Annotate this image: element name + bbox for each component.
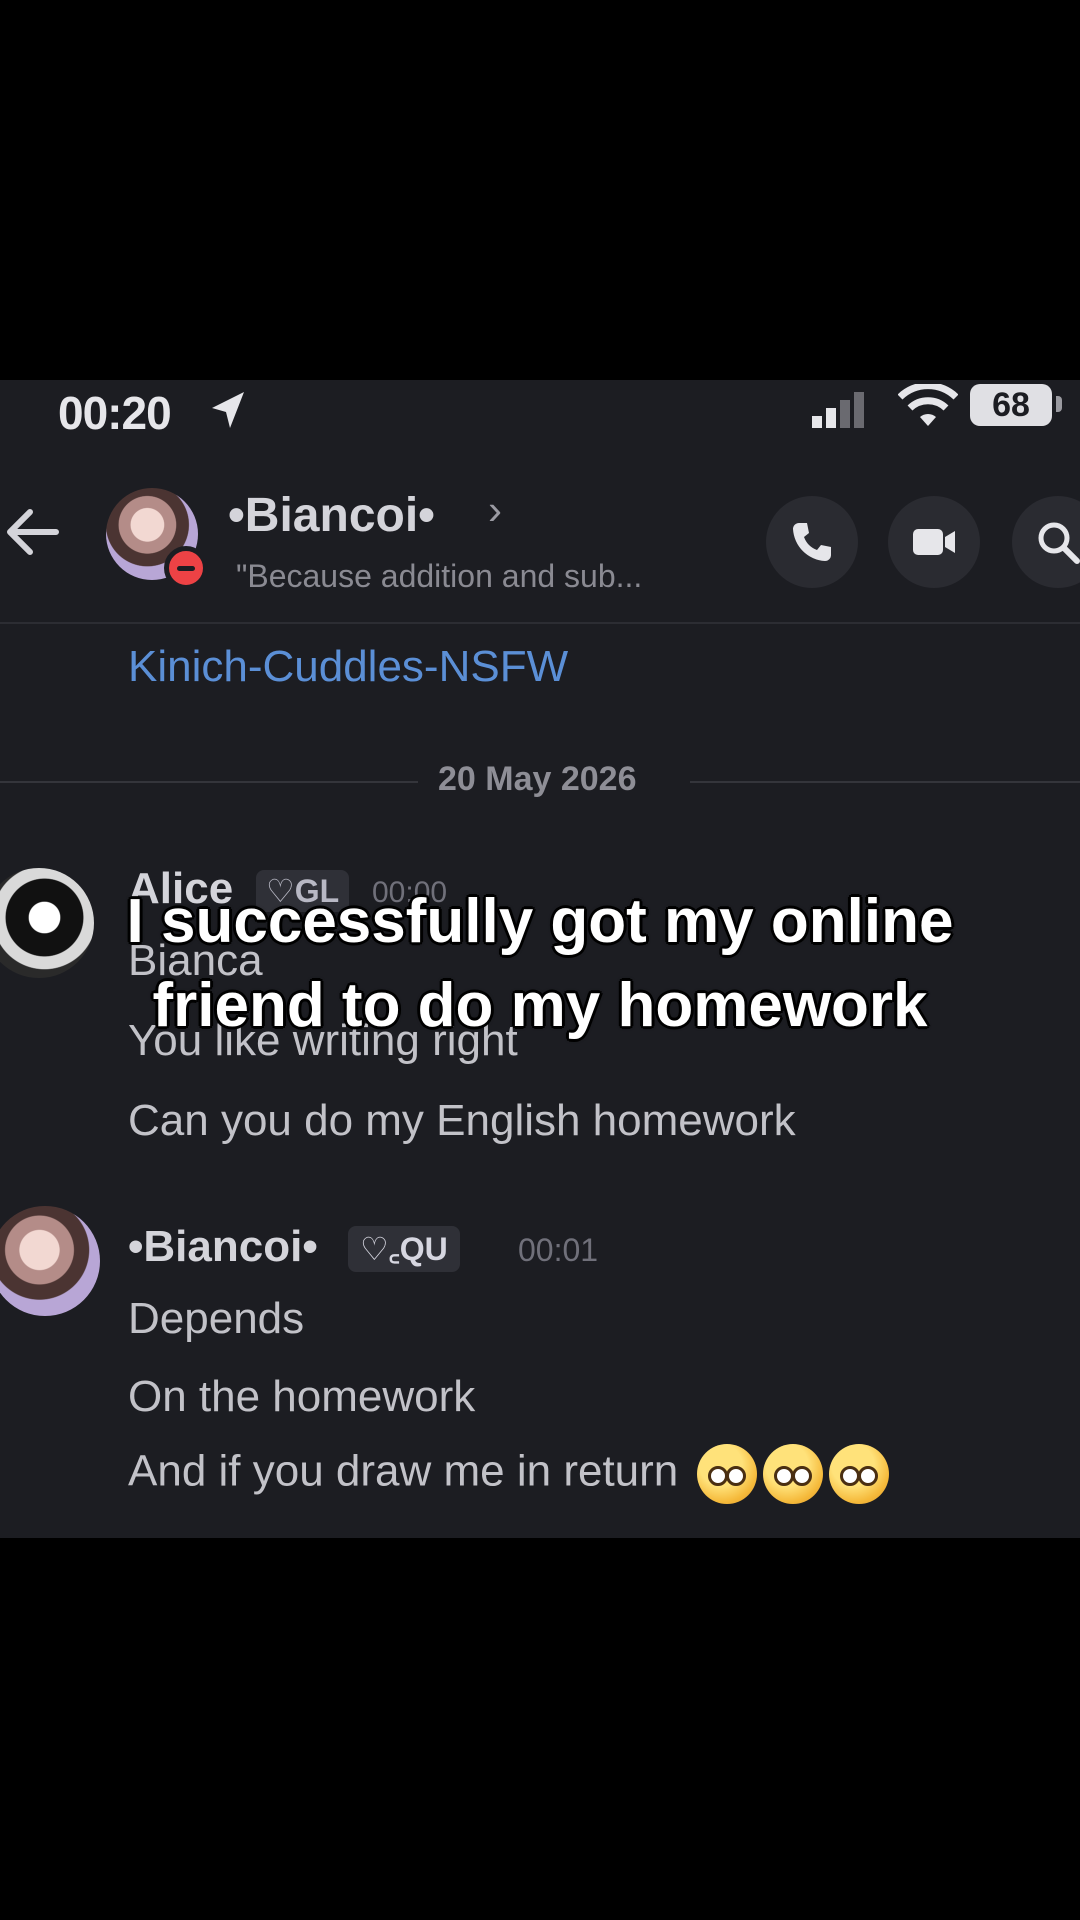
wifi-icon [898, 384, 958, 426]
phone-icon [793, 523, 831, 561]
message-text: On the homework [128, 1372, 476, 1421]
message-text: And if you draw me in return [128, 1446, 679, 1496]
voice-call-button[interactable] [766, 496, 858, 588]
message-text: Depends [128, 1294, 305, 1343]
server-tag[interactable]: ♡꜀QU [348, 1226, 460, 1272]
search-button[interactable] [1012, 496, 1080, 588]
status-bar: 00:20 68 [0, 380, 1080, 440]
video-call-button[interactable] [888, 496, 980, 588]
divider-line [0, 781, 418, 783]
divider-line [690, 781, 1080, 783]
search-icon [1038, 522, 1080, 564]
message-author[interactable]: •Biancoi• [128, 1222, 318, 1272]
back-arrow-icon[interactable] [2, 506, 62, 558]
video-camera-icon [913, 529, 955, 555]
date-divider: 20 May 2026 [0, 760, 1080, 804]
battery-indicator: 68 [970, 384, 1052, 426]
date-label: 20 May 2026 [438, 760, 637, 798]
do-not-disturb-badge [164, 546, 208, 590]
pleading-face-emoji [828, 1444, 889, 1504]
chat-header: •Biancoi• › "Because addition and sub... [0, 480, 1080, 610]
message-timestamp: 00:01 [518, 1232, 599, 1268]
video-caption: I successfully got my online friend to d… [0, 880, 1080, 1048]
location-arrow-icon [212, 392, 244, 428]
contact-name[interactable]: •Biancoi• [228, 488, 435, 543]
header-divider [0, 622, 1080, 624]
signal-icon [812, 392, 864, 428]
status-time: 00:20 [58, 387, 172, 439]
custom-status: "Because addition and sub... [236, 558, 643, 594]
caption-line: I successfully got my online [126, 887, 954, 956]
avatar[interactable] [0, 1206, 100, 1316]
message-text-with-emoji: And if you draw me in return [128, 1444, 889, 1504]
message-link[interactable]: Kinich-Cuddles-NSFW [128, 642, 568, 692]
battery-tip [1056, 396, 1062, 412]
chevron-right-icon[interactable]: › [488, 486, 502, 534]
message-text: Can you do my English homework [128, 1096, 796, 1145]
pleading-face-emoji [762, 1444, 823, 1504]
pleading-face-emoji [696, 1444, 757, 1504]
caption-line: friend to do my homework [152, 971, 928, 1040]
